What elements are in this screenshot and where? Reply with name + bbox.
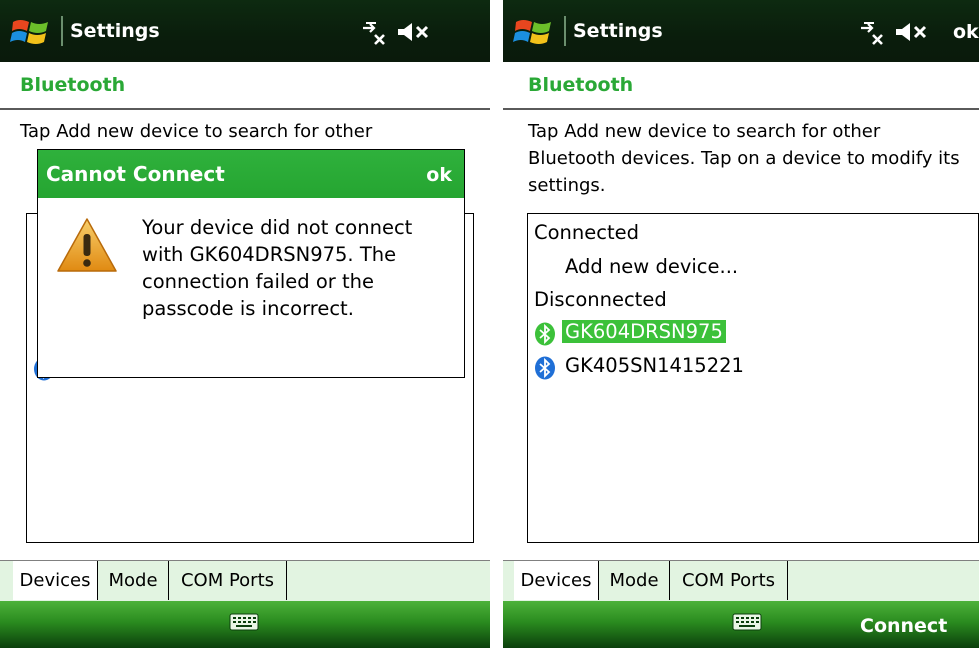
windows-logo-icon[interactable] [10,14,52,50]
device-item[interactable]: GK405SN1415221 [565,354,744,377]
connect-softkey[interactable]: Connect [860,615,947,637]
keyboard-icon[interactable] [229,612,259,632]
connected-heading: Connected [534,221,640,244]
dialog-message: Your device did not connect with GK604DR… [142,216,413,320]
cannot-connect-dialog: Cannot Connect ok Your device did not co… [37,149,465,378]
volume-muted-icon[interactable] [894,20,932,44]
title-bar: Settings ok [503,0,979,62]
title-separator [564,16,566,46]
left-screen: Settings Bluetooth Tap Add new device to… [0,0,490,648]
dialog-ok-button[interactable]: ok [426,164,452,186]
tab-bar: Devices Mode COM Ports [0,560,490,601]
title-separator [61,16,63,46]
right-screen: Settings ok Bluetooth Tap Add new device… [503,0,979,648]
device-item-selected[interactable]: GK604DRSN975 [562,320,726,343]
disconnected-heading: Disconnected [534,288,667,311]
dialog-header: Cannot Connect ok [38,150,464,198]
app-title: Settings [70,20,160,42]
tab-devices[interactable]: Devices [514,561,599,600]
title-bar: Settings [0,0,490,62]
keyboard-icon[interactable] [732,612,762,632]
connectivity-icon[interactable] [360,18,390,46]
add-new-device[interactable]: Add new device... [565,255,738,278]
tab-mode[interactable]: Mode [599,561,670,600]
tab-com-ports[interactable]: COM Ports [169,561,287,600]
page-header: Bluetooth [503,62,979,110]
page-title: Bluetooth [528,74,634,96]
dialog-title: Cannot Connect [46,162,225,186]
tab-devices[interactable]: Devices [13,561,98,600]
bluetooth-icon [535,356,555,380]
tab-com-ports[interactable]: COM Ports [670,561,788,600]
page-header: Bluetooth [0,62,490,110]
bluetooth-icon [535,322,555,346]
description-text: Tap Add new device to search for other B… [528,121,960,196]
warning-icon [57,218,117,272]
screen-divider [490,0,503,648]
tab-bar: Devices Mode COM Ports [503,560,979,601]
device-list[interactable]: Connected Add new device... Disconnected… [527,213,979,543]
ok-button[interactable]: ok [953,21,979,43]
windows-logo-icon[interactable] [513,14,555,50]
volume-muted-icon[interactable] [396,20,434,44]
app-title: Settings [573,20,663,42]
connectivity-icon[interactable] [858,18,888,46]
description-text: Tap Add new device to search for other [20,121,373,142]
page-title: Bluetooth [20,74,126,96]
tab-mode[interactable]: Mode [98,561,169,600]
